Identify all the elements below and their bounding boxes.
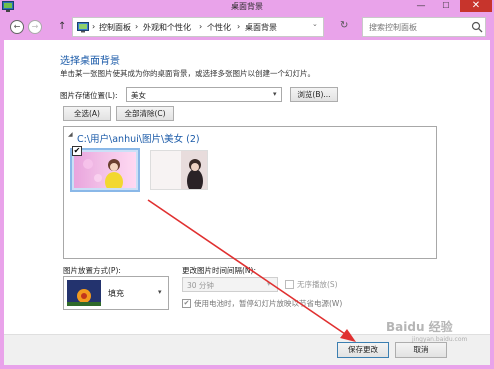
page-title: 选择桌面背景 [60, 56, 120, 67]
search-icon[interactable] [471, 21, 483, 33]
chevron-down-icon: ▾ [273, 90, 277, 98]
forward-button[interactable]: → [28, 20, 42, 34]
back-button[interactable]: ← [10, 20, 24, 34]
collapse-caret-icon[interactable]: ◢ [68, 131, 73, 138]
location-label: 图片存储位置(L): [60, 91, 118, 100]
shuffle-checkbox[interactable] [285, 280, 294, 289]
picture-list: ◢ C:\用户\anhui\图片\美女 (2) ✔ [63, 126, 437, 259]
clear-all-button[interactable]: 全部清除(C) [116, 106, 174, 121]
shuffle-label: 无序播放(S) [297, 280, 338, 289]
battery-pause-label: 使用电池时，暂停幻灯片放映以节省电源(W) [194, 299, 343, 308]
wallpaper-image [74, 152, 136, 188]
position-value: 填充 [108, 289, 124, 298]
cancel-button[interactable]: 取消 [395, 342, 447, 358]
position-select[interactable]: 填充 ▾ [63, 276, 169, 310]
location-value: 美女 [131, 91, 146, 100]
picture-group-path: C:\用户\anhui\图片\美女 (2) [77, 134, 200, 145]
search-placeholder: 搜索控制面板 [369, 23, 417, 32]
location-select[interactable]: 美女 ▾ [126, 87, 282, 102]
breadcrumb-appearance[interactable]: 外观和个性化 [143, 22, 191, 33]
interval-select[interactable]: 30 分钟 ▾ [182, 277, 278, 292]
wallpaper-checkbox[interactable]: ✔ [72, 146, 82, 156]
save-changes-button[interactable]: 保存更改 [337, 342, 389, 358]
battery-pause-checkbox[interactable]: ✔ [182, 299, 191, 308]
select-all-button[interactable]: 全选(A) [63, 106, 111, 121]
breadcrumb-separator: › [92, 22, 96, 31]
interval-label: 更改图片时间间隔(N): [182, 266, 256, 275]
position-label: 图片放置方式(P): [63, 266, 121, 275]
address-dropdown-icon[interactable]: ⌄ [312, 20, 318, 28]
maximize-button[interactable]: ☐ [436, 0, 456, 12]
breadcrumb-separator: › [135, 22, 139, 31]
refresh-icon[interactable]: ↻ [340, 20, 348, 31]
page-description: 单击某一张图片使其成为你的桌面背景，或选择多张图片以创建一个幻灯片。 [60, 69, 315, 78]
chevron-down-icon: ▾ [158, 288, 162, 296]
breadcrumb-separator: › [237, 22, 241, 31]
breadcrumb-control-panel[interactable]: 控制面板 [99, 22, 131, 33]
breadcrumb-separator: › [199, 22, 203, 31]
address-bar[interactable]: › 控制面板 › 外观和个性化 › 个性化 › 桌面背景 [72, 17, 324, 37]
breadcrumb-desktop-background[interactable]: 桌面背景 [245, 22, 277, 33]
up-button[interactable]: ↑ [58, 21, 66, 32]
interval-value: 30 分钟 [187, 281, 214, 290]
breadcrumb-personalization[interactable]: 个性化 [207, 22, 231, 33]
wallpaper-thumbnail[interactable] [150, 150, 208, 190]
browse-button[interactable]: 浏览(B)... [290, 87, 338, 102]
fill-mode-preview-icon [67, 280, 101, 306]
baidu-watermark-url: jingyan.baidu.com [412, 336, 468, 343]
baidu-watermark-logo: Baidu 经验 [386, 320, 453, 334]
wallpaper-image [151, 151, 207, 189]
close-button[interactable]: ✕ [460, 0, 492, 12]
search-input[interactable]: 搜索控制面板 [362, 17, 486, 37]
minimize-button[interactable]: — [411, 0, 431, 12]
control-panel-icon [77, 22, 89, 33]
picture-group-header[interactable]: ◢ C:\用户\anhui\图片\美女 (2) [68, 131, 200, 145]
chevron-down-icon: ▾ [267, 280, 271, 288]
